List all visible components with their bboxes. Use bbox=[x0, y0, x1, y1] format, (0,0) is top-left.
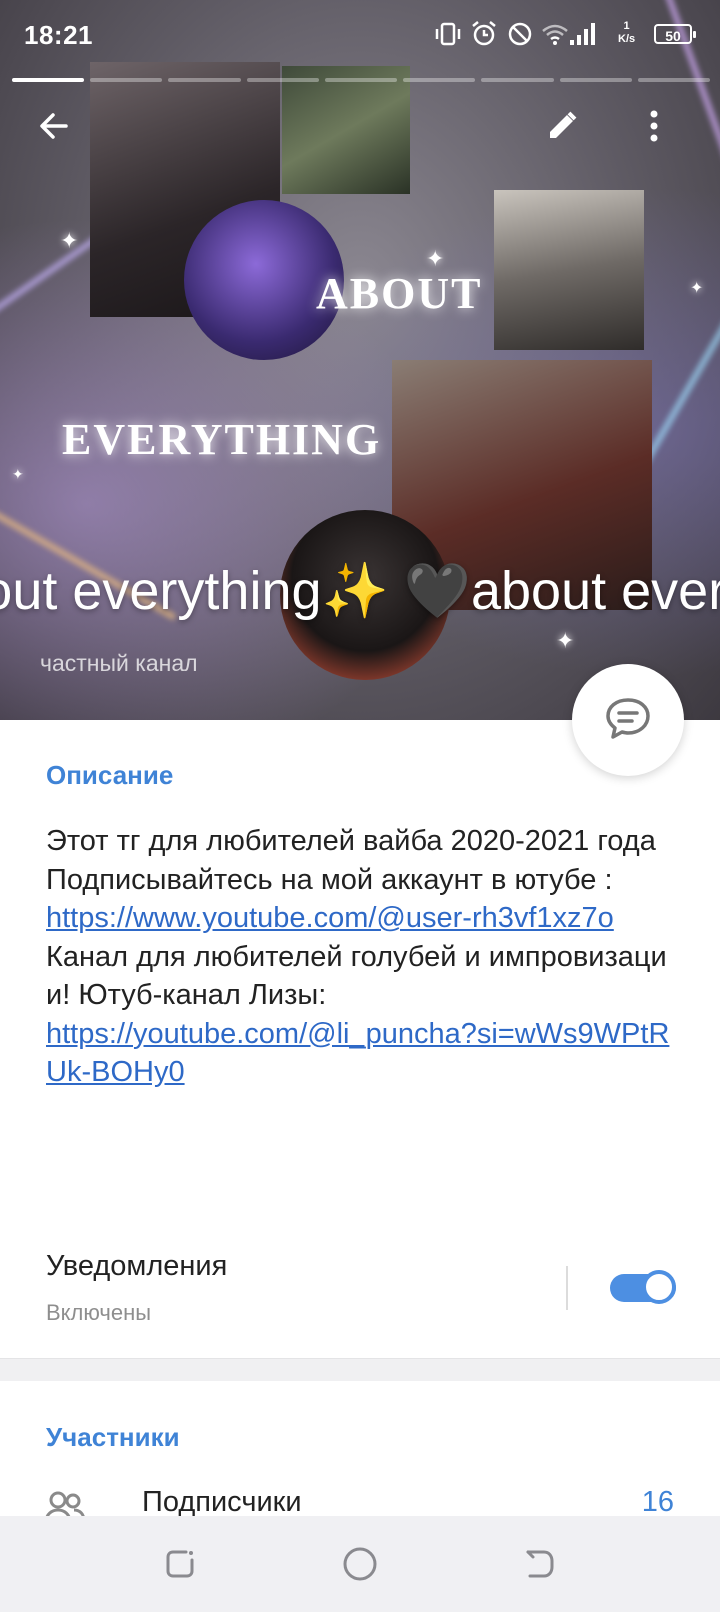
net-speed: 1 K/s bbox=[618, 20, 635, 46]
pencil-icon bbox=[545, 109, 579, 148]
notifications-label[interactable]: Уведомления bbox=[46, 1250, 227, 1283]
edit-button[interactable] bbox=[538, 104, 586, 152]
net-speed-value: 1 bbox=[623, 20, 630, 32]
story-progress-segment bbox=[12, 78, 85, 82]
net-speed-unit: K/s bbox=[618, 33, 636, 45]
story-progress-segment bbox=[403, 78, 476, 82]
open-chat-button[interactable] bbox=[572, 664, 684, 776]
notifications-status: Включены bbox=[46, 1300, 152, 1325]
vibrate-icon bbox=[434, 20, 462, 53]
chat-bubble-icon bbox=[602, 692, 654, 749]
sparkle-icon: ✦ bbox=[60, 228, 79, 253]
nav-back-button[interactable] bbox=[520, 1546, 560, 1586]
sparkle-icon: ✦ bbox=[12, 466, 24, 482]
subscribers-count: 16 bbox=[641, 1486, 674, 1518]
description-line: Этот тг для любителей вайба 2020-2021 го… bbox=[46, 825, 656, 857]
back-button[interactable] bbox=[30, 104, 78, 152]
wifi-icon bbox=[540, 20, 570, 53]
story-progress-segment bbox=[168, 78, 241, 82]
cover-text-everything: EVERYTHING bbox=[62, 415, 382, 464]
sparkle-icon: ✦ bbox=[690, 280, 704, 297]
cover-photo bbox=[494, 190, 644, 350]
system-nav-bar bbox=[0, 1516, 720, 1612]
recents-button[interactable] bbox=[160, 1546, 200, 1586]
recents-icon bbox=[164, 1548, 196, 1585]
members-title: Участники bbox=[46, 1422, 180, 1452]
toggle-knob bbox=[642, 1270, 676, 1304]
channel-title-marquee: 🖤about everything✨ 🖤about everything✨ bbox=[0, 560, 720, 640]
divider bbox=[566, 1266, 568, 1310]
story-progress bbox=[12, 78, 710, 82]
status-time: 18:21 bbox=[24, 20, 93, 50]
description-body: Этот тг для любителей вайба 2020-2021 го… bbox=[46, 822, 686, 1092]
story-progress-segment bbox=[246, 78, 319, 82]
arrow-left-icon bbox=[36, 108, 72, 149]
status-bar: 18:21 1 K/s 50 bbox=[0, 0, 720, 74]
home-button[interactable] bbox=[340, 1546, 380, 1586]
story-progress-segment bbox=[90, 78, 163, 82]
home-circle-icon bbox=[342, 1546, 378, 1587]
more-options-button[interactable] bbox=[630, 104, 678, 152]
youtube-link[interactable]: https://youtube.com/@li_puncha?si=wWs9WP… bbox=[46, 1018, 669, 1089]
description-line: Подписывайтесь на мой аккаунт в ютубе : bbox=[46, 863, 613, 896]
sparkle-icon: ✦ bbox=[426, 246, 445, 271]
signal-icon bbox=[568, 20, 598, 53]
story-progress-segment bbox=[559, 78, 632, 82]
description-title: Описание bbox=[46, 760, 174, 790]
description-line: Канал для любителей голубей и импровизац… bbox=[46, 940, 667, 1012]
channel-name: 🖤about everything✨ 🖤about everything✨ bbox=[0, 561, 720, 621]
cover-text-about: ABOUT bbox=[316, 269, 483, 318]
youtube-link[interactable]: https://www.youtube.com/@user-rh3vf1xz7o bbox=[46, 902, 614, 934]
do-not-disturb-icon bbox=[506, 20, 534, 53]
subscribers-label: Подписчики bbox=[142, 1486, 302, 1518]
channel-type: частный канал bbox=[40, 650, 198, 676]
cover-photo bbox=[282, 66, 410, 194]
battery-indicator: 50 bbox=[654, 24, 696, 44]
story-progress-segment bbox=[324, 78, 398, 82]
story-progress-segment bbox=[637, 78, 710, 82]
alarm-icon bbox=[470, 20, 498, 53]
story-progress-segment bbox=[481, 78, 554, 82]
more-vertical-icon bbox=[648, 108, 660, 149]
notifications-toggle[interactable] bbox=[610, 1268, 678, 1306]
section-separator bbox=[0, 1358, 720, 1381]
nav-back-icon bbox=[524, 1548, 556, 1585]
